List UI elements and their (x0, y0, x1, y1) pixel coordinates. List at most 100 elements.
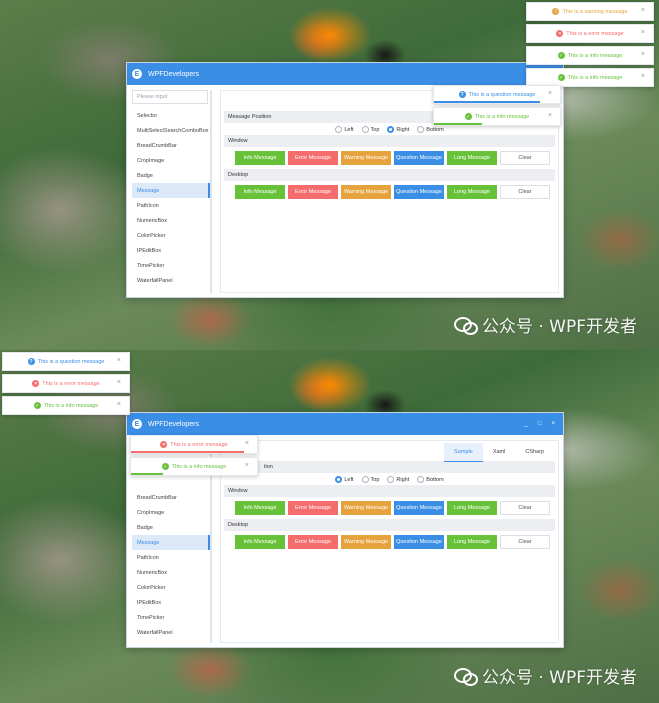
sidebar-item-cropimage[interactable]: CropImage (132, 153, 210, 168)
progress-bar (131, 473, 163, 475)
desktop-button-row: Info Message Error Message Warning Messa… (221, 531, 558, 553)
radio-top[interactable]: Top (361, 476, 379, 483)
sidebar-item-waterfallpanel[interactable]: WaterfallPanel (132, 625, 210, 640)
window-controls: _ □ × (525, 421, 563, 427)
sidebar-item-timepicker[interactable]: TimePicker (132, 258, 210, 273)
radio-left[interactable]: Left (335, 476, 354, 483)
close-icon[interactable]: × (641, 73, 645, 80)
toast-error: × This is a error message × (2, 374, 130, 393)
sidebar-item-selector[interactable]: Selector (132, 108, 210, 123)
sidebar-item-waterfallpanel[interactable]: WaterfallPanel (132, 273, 210, 288)
question-message-button[interactable]: Question Message (394, 185, 444, 199)
tab-csharp[interactable]: CSharp (515, 443, 554, 462)
progress-bar (434, 101, 540, 103)
clear-button[interactable]: Clear (500, 501, 550, 515)
close-icon[interactable]: × (245, 440, 249, 447)
sidebar-item-ipeditbox[interactable]: IPEditBox (132, 243, 210, 258)
wechat-icon (453, 667, 478, 686)
close-icon[interactable]: × (245, 462, 249, 469)
sidebar-item-breadcrumbbar[interactable]: BreadCrumbBar (132, 490, 210, 505)
maximize-icon[interactable]: □ (538, 421, 542, 427)
warning-message-button[interactable]: Warning Message (341, 151, 391, 165)
long-message-button[interactable]: Long Message (447, 151, 497, 165)
error-icon: × (160, 441, 168, 448)
title-bar[interactable]: E WPFDevelopers _ □ × (127, 413, 563, 435)
radio-bottom[interactable]: Bottom (417, 476, 444, 483)
error-message-button[interactable]: Error Message (288, 501, 338, 515)
toast-warning: ! This is a warning message × (526, 2, 654, 21)
radio-dot (387, 476, 395, 483)
sidebar-item-badge[interactable]: Badge (132, 168, 210, 183)
toast-question: ? This is a question message × (433, 85, 561, 104)
radio-right[interactable]: Right (387, 476, 409, 483)
position-radio-group: Left Top Right Bottom (221, 473, 558, 485)
toast-question: ? This is a question message × (2, 352, 130, 371)
question-message-button[interactable]: Question Message (394, 151, 444, 165)
close-icon[interactable]: × (641, 51, 645, 58)
sidebar-item-message[interactable]: Message (132, 535, 210, 550)
warning-icon: ! (552, 8, 560, 15)
section-header-window: Window (224, 135, 555, 147)
warning-message-button[interactable]: Warning Message (341, 185, 391, 199)
clear-button[interactable]: Clear (500, 185, 550, 199)
check-icon: ✓ (557, 52, 565, 59)
radio-dot (361, 126, 369, 133)
sidebar-item-numericbox[interactable]: NumericBox (132, 213, 210, 228)
long-message-button[interactable]: Long Message (447, 185, 497, 199)
info-message-button[interactable]: Info Message (235, 501, 285, 515)
sidebar-item-pathicon[interactable]: PathIcon (132, 550, 210, 565)
close-icon[interactable]: × (117, 357, 121, 364)
radio-bottom[interactable]: Bottom (417, 126, 444, 133)
radio-top[interactable]: Top (361, 126, 379, 133)
radio-dot (417, 476, 425, 483)
sidebar-item-timepicker[interactable]: TimePicker (132, 610, 210, 625)
tab-xaml[interactable]: Xaml (483, 443, 516, 462)
question-message-button[interactable]: Question Message (394, 535, 444, 549)
long-message-button[interactable]: Long Message (447, 501, 497, 515)
toast-info: ✓ This is a info message × (433, 107, 561, 126)
close-icon[interactable]: × (117, 401, 121, 408)
sidebar-item-numericbox[interactable]: NumericBox (132, 565, 210, 580)
watermark: 公众号 · WPF开发者 (453, 312, 637, 337)
radio-dot-selected (387, 126, 395, 133)
long-message-button[interactable]: Long Message (447, 535, 497, 549)
sidebar-item-multiselectsearchcombobox[interactable]: MultiSelectSearchComboBox (132, 123, 210, 138)
error-message-button[interactable]: Error Message (288, 185, 338, 199)
minimize-icon[interactable]: _ (525, 421, 528, 427)
progress-bar (131, 451, 245, 453)
sidebar-item-colorpicker[interactable]: ColorPicker (132, 580, 210, 595)
title-bar[interactable]: E WPFDevelopers (127, 63, 563, 85)
sidebar-item-ipeditbox[interactable]: IPEditBox (132, 595, 210, 610)
clear-button[interactable]: Clear (500, 151, 550, 165)
sidebar-item-cropimage[interactable]: CropImage (132, 505, 210, 520)
sidebar-item-badge[interactable]: Badge (132, 520, 210, 535)
tab-sample[interactable]: Sample (444, 443, 483, 462)
info-message-button[interactable]: Info Message (235, 185, 285, 199)
close-icon[interactable]: × (641, 7, 645, 14)
clear-button[interactable]: Clear (500, 535, 550, 549)
sidebar-item-breadcrumbbar[interactable]: BreadCrumbBar (132, 138, 210, 153)
question-message-button[interactable]: Question Message (394, 501, 444, 515)
sidebar-item-colorpicker[interactable]: ColorPicker (132, 228, 210, 243)
check-icon: ✓ (33, 402, 41, 409)
close-icon[interactable]: × (641, 29, 645, 36)
tab-bar: Sample Xaml CSharp (444, 443, 554, 462)
radio-right[interactable]: Right (387, 126, 409, 133)
warning-message-button[interactable]: Warning Message (341, 535, 391, 549)
close-icon[interactable]: × (117, 379, 121, 386)
sidebar-item-pathicon[interactable]: PathIcon (132, 198, 210, 213)
close-icon[interactable]: × (548, 112, 552, 119)
sidebar: Please input Selector MultiSelectSearchC… (132, 90, 212, 293)
close-icon[interactable]: × (548, 90, 552, 97)
error-message-button[interactable]: Error Message (288, 535, 338, 549)
search-input[interactable]: Please input (132, 90, 208, 104)
info-message-button[interactable]: Info Message (235, 151, 285, 165)
radio-left[interactable]: Left (335, 126, 354, 133)
error-message-button[interactable]: Error Message (288, 151, 338, 165)
warning-message-button[interactable]: Warning Message (341, 501, 391, 515)
info-message-button[interactable]: Info Message (235, 535, 285, 549)
close-icon[interactable]: × (551, 421, 555, 427)
sidebar-item-message[interactable]: Message (132, 183, 210, 198)
radio-dot (335, 126, 343, 133)
section-header-position: tion (224, 461, 555, 473)
